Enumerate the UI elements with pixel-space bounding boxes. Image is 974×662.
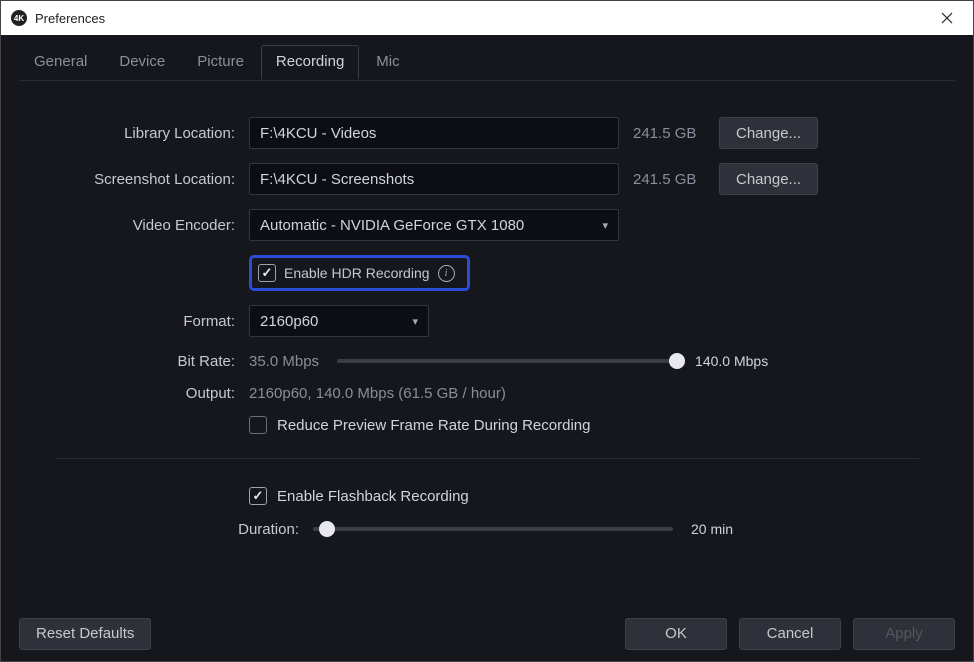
library-location-label: Library Location:: [55, 125, 235, 142]
enable-hdr-label: Enable HDR Recording: [284, 265, 430, 281]
bitrate-min: 35.0 Mbps: [249, 353, 319, 370]
output-label: Output:: [55, 385, 235, 402]
recording-panel: Library Location: 241.5 GB Change... Scr…: [19, 80, 955, 605]
reset-defaults-button[interactable]: Reset Defaults: [19, 618, 151, 650]
bitrate-max: 140.0 Mbps: [695, 353, 768, 369]
reduce-preview-checkbox[interactable]: [249, 416, 267, 434]
titlebar: 4K Preferences: [1, 1, 973, 35]
flashback-checkbox[interactable]: [249, 487, 267, 505]
bitrate-label: Bit Rate:: [55, 353, 235, 370]
tab-recording[interactable]: Recording: [261, 45, 359, 79]
flashback-label: Enable Flashback Recording: [277, 488, 469, 505]
format-value: 2160p60: [260, 313, 318, 330]
cancel-button[interactable]: Cancel: [739, 618, 841, 650]
hdr-highlight-box: Enable HDR Recording i: [249, 255, 470, 291]
chevron-down-icon: ▾: [412, 315, 418, 328]
format-label: Format:: [55, 313, 235, 330]
duration-value: 20 min: [691, 521, 733, 537]
apply-button[interactable]: Apply: [853, 618, 955, 650]
tab-bar: General Device Picture Recording Mic: [1, 35, 973, 80]
window-title: Preferences: [35, 11, 931, 26]
bitrate-slider[interactable]: [337, 351, 677, 371]
screenshot-location-size: 241.5 GB: [633, 171, 705, 188]
screenshot-location-label: Screenshot Location:: [55, 171, 235, 188]
ok-button[interactable]: OK: [625, 618, 727, 650]
video-encoder-label: Video Encoder:: [55, 217, 235, 234]
chevron-down-icon: ▾: [602, 219, 608, 232]
duration-slider[interactable]: [313, 519, 673, 539]
output-text: 2160p60, 140.0 Mbps (61.5 GB / hour): [249, 385, 506, 402]
tab-mic[interactable]: Mic: [361, 45, 414, 79]
section-divider: [55, 458, 919, 459]
bottom-bar: Reset Defaults OK Cancel Apply: [1, 605, 973, 661]
enable-hdr-checkbox[interactable]: [258, 264, 276, 282]
library-location-size: 241.5 GB: [633, 125, 705, 142]
bitrate-slider-thumb[interactable]: [669, 353, 685, 369]
format-select[interactable]: 2160p60 ▾: [249, 305, 429, 337]
duration-slider-thumb[interactable]: [319, 521, 335, 537]
close-icon[interactable]: [931, 2, 963, 34]
tab-general[interactable]: General: [19, 45, 102, 79]
tab-device[interactable]: Device: [104, 45, 180, 79]
app-logo-icon: 4K: [11, 10, 27, 26]
tab-picture[interactable]: Picture: [182, 45, 259, 79]
screenshot-change-button[interactable]: Change...: [719, 163, 818, 195]
screenshot-location-input[interactable]: [249, 163, 619, 195]
video-encoder-value: Automatic - NVIDIA GeForce GTX 1080: [260, 217, 524, 234]
library-change-button[interactable]: Change...: [719, 117, 818, 149]
reduce-preview-label: Reduce Preview Frame Rate During Recordi…: [277, 417, 590, 434]
library-location-input[interactable]: [249, 117, 619, 149]
video-encoder-select[interactable]: Automatic - NVIDIA GeForce GTX 1080 ▾: [249, 209, 619, 241]
duration-label: Duration:: [55, 521, 299, 538]
info-icon[interactable]: i: [438, 265, 455, 282]
